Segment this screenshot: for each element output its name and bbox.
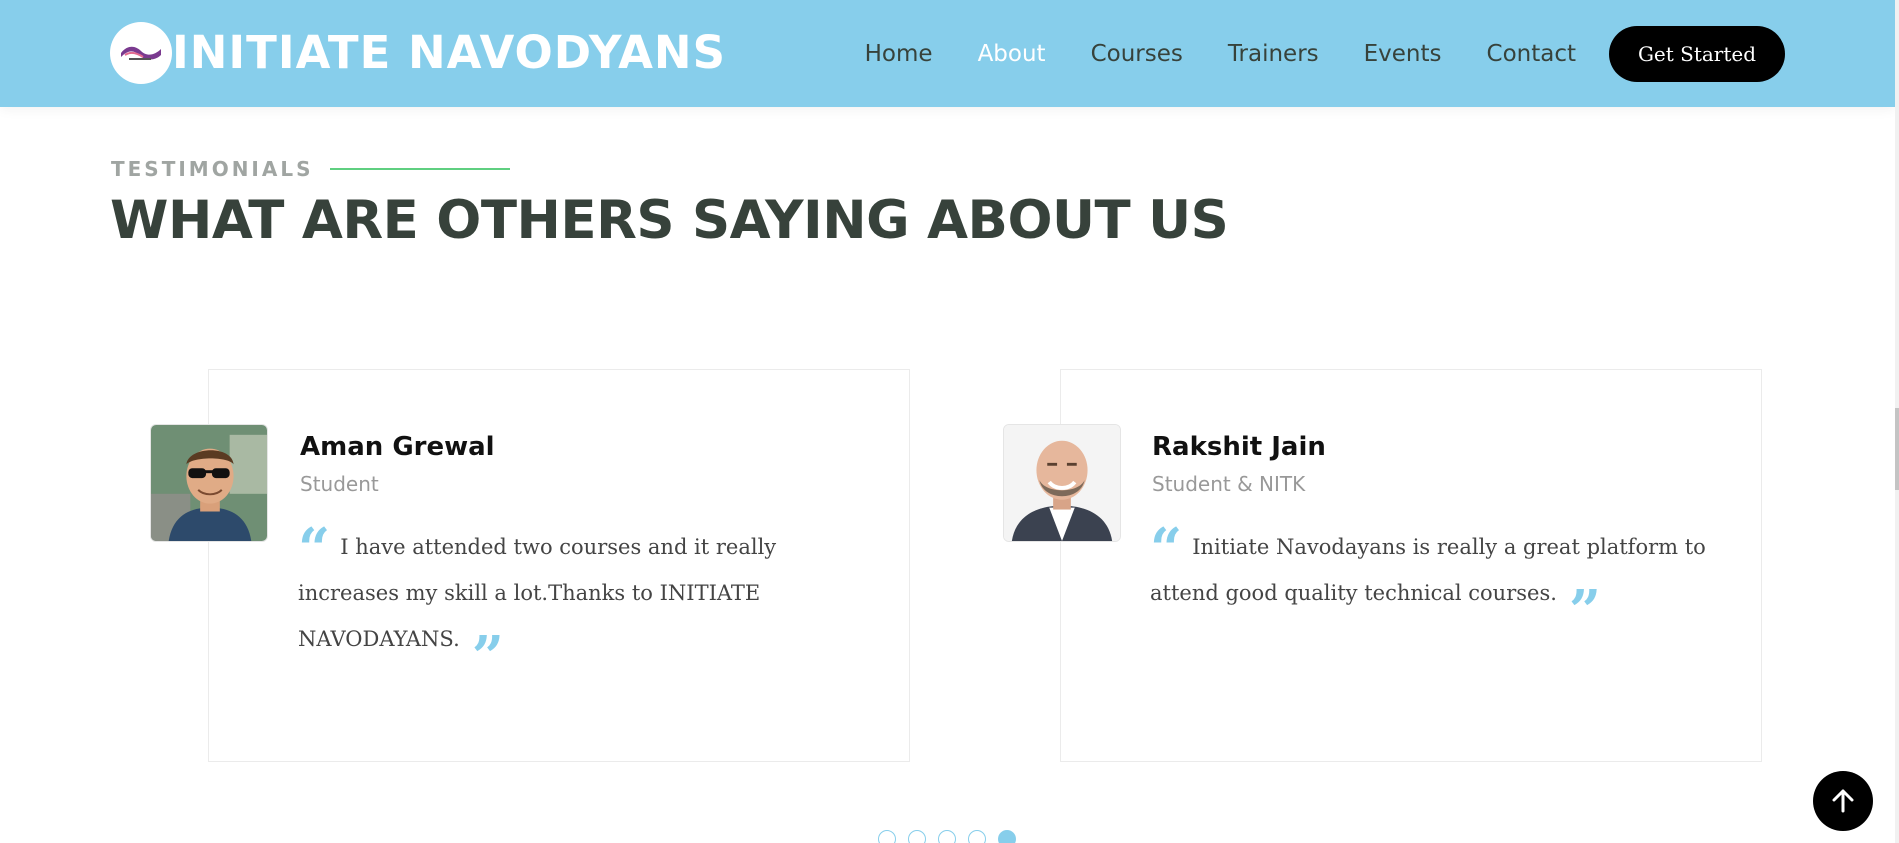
testimonial-role: Student (300, 472, 379, 496)
main-nav: Home About Courses Trainers Events Conta… (865, 26, 1785, 82)
eyebrow-divider (329, 168, 510, 170)
quote-text: Initiate Navodayans is really a great pl… (1150, 535, 1706, 605)
quote-open-icon: “ (298, 516, 331, 582)
testimonial-name: Rakshit Jain (1152, 432, 1326, 462)
nav-home[interactable]: Home (865, 41, 933, 67)
carousel-dot[interactable] (968, 830, 986, 843)
avatar (1003, 424, 1121, 542)
quote-text: I have attended two courses and it reall… (298, 535, 777, 651)
section-title: WHAT ARE OTHERS SAYING ABOUT US (110, 190, 1229, 251)
scrollbar-thumb[interactable] (1895, 408, 1899, 490)
nav-events[interactable]: Events (1364, 41, 1442, 67)
page-scrollbar[interactable] (1895, 0, 1899, 843)
testimonial-quote: “Initiate Navodayans is really a great p… (1150, 516, 1730, 644)
quote-close-icon: ” (471, 624, 504, 690)
eyebrow-text: TESTIMONIALS (111, 157, 314, 181)
nav-trainers[interactable]: Trainers (1228, 41, 1319, 67)
back-to-top-button[interactable] (1813, 771, 1873, 831)
site-header: INITIATE NAVODYANS Home About Courses Tr… (0, 0, 1895, 107)
quote-close-icon: ” (1568, 578, 1602, 644)
testimonial-name: Aman Grewal (300, 432, 495, 462)
carousel-dot[interactable] (878, 830, 896, 843)
quote-open-icon: “ (1150, 516, 1183, 582)
logo-badge-icon (110, 22, 172, 84)
brand-name[interactable]: INITIATE NAVODYANS (172, 22, 726, 84)
carousel-dot[interactable] (908, 830, 926, 843)
testimonial-role: Student & NITK (1152, 472, 1306, 496)
carousel-pagination (878, 830, 1028, 843)
section-eyebrow: TESTIMONIALS (111, 157, 510, 181)
avatar (150, 424, 268, 542)
carousel-dot[interactable] (938, 830, 956, 843)
arrow-up-icon (1832, 789, 1854, 813)
get-started-button[interactable]: Get Started (1609, 26, 1785, 82)
brand-logo[interactable]: INITIATE NAVODYANS (110, 22, 726, 84)
testimonial-quote: “I have attended two courses and it real… (298, 516, 878, 690)
nav-about[interactable]: About (978, 41, 1046, 67)
nav-contact[interactable]: Contact (1487, 41, 1576, 67)
nav-courses[interactable]: Courses (1091, 41, 1183, 67)
carousel-dot-active[interactable] (998, 830, 1016, 843)
